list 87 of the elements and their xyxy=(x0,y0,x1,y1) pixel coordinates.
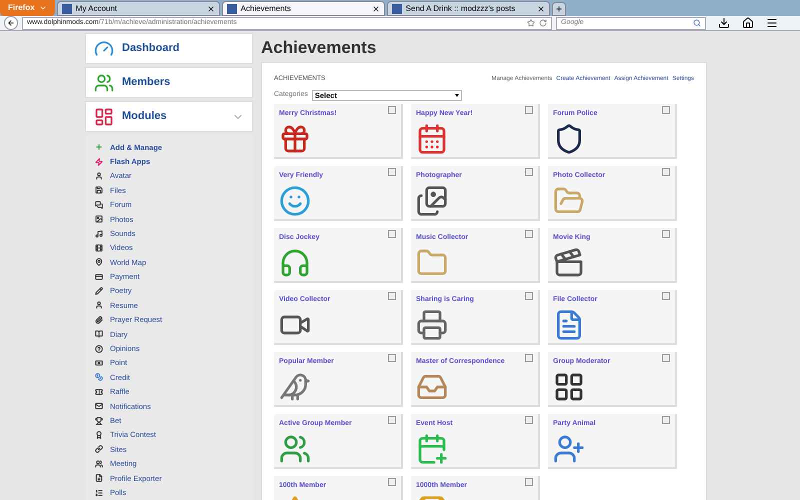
pencil-icon xyxy=(95,287,103,296)
checkbox[interactable] xyxy=(388,292,396,300)
site-icon xyxy=(392,4,402,14)
music-note-icon xyxy=(95,230,103,238)
bird-icon xyxy=(279,370,311,402)
checkbox[interactable] xyxy=(525,354,533,362)
person-icon xyxy=(95,172,103,180)
checkbox[interactable] xyxy=(662,168,670,176)
award-icon xyxy=(95,431,103,439)
close-icon[interactable] xyxy=(372,4,380,12)
sidebar-section[interactable]: Members xyxy=(85,67,253,98)
checkbox[interactable] xyxy=(525,416,533,424)
coins-icon xyxy=(95,373,103,382)
list-icon xyxy=(95,488,103,497)
checkbox[interactable] xyxy=(388,230,396,238)
menu-icon[interactable] xyxy=(766,17,778,29)
plus-icon xyxy=(554,5,563,13)
browser-tab[interactable]: Achievements xyxy=(222,1,385,16)
dropdown-arrow-icon xyxy=(454,94,459,97)
search-icon xyxy=(693,19,701,27)
clapperboard-icon xyxy=(553,246,585,278)
checkbox[interactable] xyxy=(525,478,533,486)
close-icon[interactable] xyxy=(206,4,215,12)
sidebar-section[interactable]: Dashboard xyxy=(85,33,253,64)
checkbox[interactable] xyxy=(662,416,670,424)
grid-icon xyxy=(553,370,585,402)
new-tab-button[interactable] xyxy=(552,2,566,16)
picture-icon xyxy=(95,215,103,224)
back-button[interactable] xyxy=(4,16,18,30)
person-icon xyxy=(95,301,103,310)
envelope-icon xyxy=(95,402,103,410)
checkbox[interactable] xyxy=(662,106,670,114)
sidebar-section[interactable]: Modules xyxy=(85,101,253,132)
caret-icon xyxy=(38,4,47,12)
checkbox[interactable] xyxy=(662,354,670,362)
checkbox[interactable] xyxy=(525,230,533,238)
tab-title: Send A Drink :: modzzz's posts xyxy=(406,2,516,14)
speech-bubbles-icon xyxy=(95,200,103,209)
film-icon xyxy=(95,244,103,252)
file-download-icon xyxy=(95,474,103,482)
home-icon[interactable] xyxy=(742,17,754,29)
gauge-icon xyxy=(94,38,114,58)
banknote-icon xyxy=(95,359,103,368)
tab-title: My Account xyxy=(76,2,118,14)
checkbox[interactable] xyxy=(662,230,670,238)
link-icon xyxy=(95,445,103,454)
star-icon[interactable] xyxy=(527,19,535,27)
reload-icon[interactable] xyxy=(539,19,547,27)
credit-card-icon xyxy=(95,272,103,281)
people-icon xyxy=(94,72,114,92)
trophy-icon xyxy=(95,416,103,425)
checkbox[interactable] xyxy=(525,292,533,300)
question-mark-icon xyxy=(95,344,103,353)
printer-icon xyxy=(416,308,448,340)
calendar-icon xyxy=(416,122,448,154)
arrow-left-icon xyxy=(7,19,15,27)
person-plus-icon xyxy=(553,432,585,464)
paperclip-icon xyxy=(95,316,103,324)
checkbox[interactable] xyxy=(388,478,396,486)
lightning-icon xyxy=(95,158,103,166)
checkbox[interactable] xyxy=(525,106,533,114)
checkbox[interactable] xyxy=(662,292,670,300)
ticket-icon xyxy=(95,388,103,396)
page-title: Achievements xyxy=(261,36,378,59)
checkbox[interactable] xyxy=(388,168,396,176)
gift-icon xyxy=(279,122,311,154)
book-icon xyxy=(95,330,103,338)
browser-tab[interactable]: My Account xyxy=(56,1,220,16)
checkbox[interactable] xyxy=(388,106,396,114)
site-icon xyxy=(62,4,72,14)
download-icon[interactable] xyxy=(718,17,730,29)
close-icon[interactable] xyxy=(536,4,545,12)
site-icon xyxy=(226,4,237,14)
browser-tab[interactable]: Send A Drink :: modzzz's posts xyxy=(386,1,550,16)
photos-icon xyxy=(416,184,448,216)
checkbox[interactable] xyxy=(388,416,396,424)
checkbox[interactable] xyxy=(525,168,533,176)
people-icon xyxy=(279,432,311,464)
map-pin-icon xyxy=(95,258,103,266)
checkbox[interactable] xyxy=(388,354,396,362)
people-icon xyxy=(95,460,103,468)
plus-icon xyxy=(95,143,103,152)
smiley-icon xyxy=(279,184,311,216)
tab-title: Achievements xyxy=(240,2,292,14)
headphones-icon xyxy=(279,246,311,278)
calendar-plus-icon xyxy=(416,432,448,464)
tiles-icon xyxy=(94,106,114,126)
